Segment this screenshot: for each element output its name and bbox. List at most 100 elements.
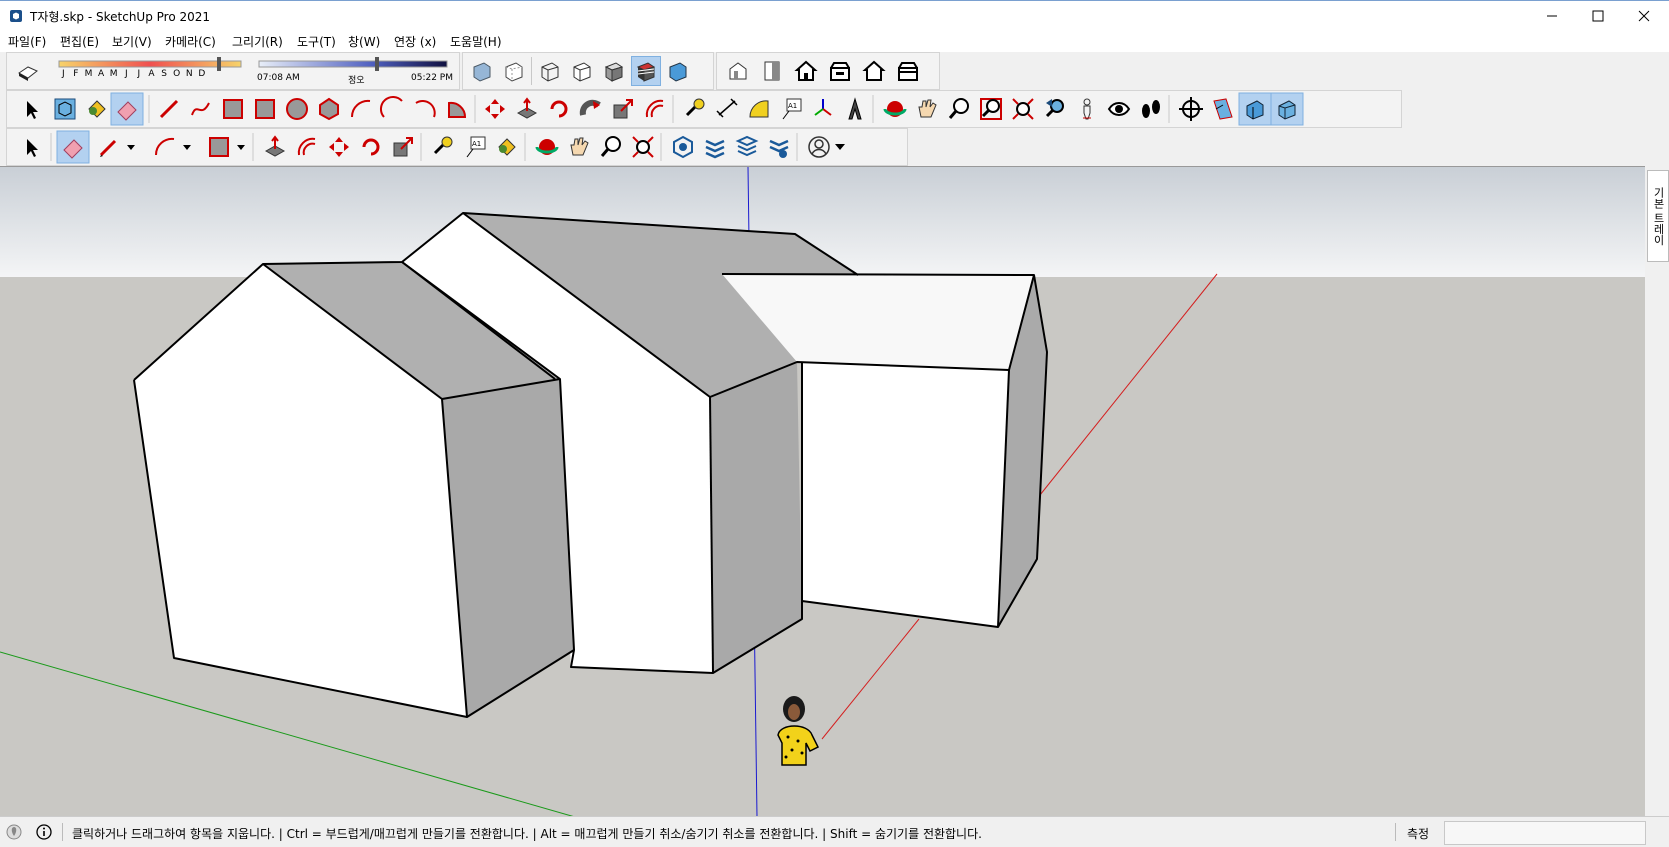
zoom-tool — [948, 98, 969, 119]
two-point-arc-tool — [379, 95, 403, 118]
views-toolbar — [716, 52, 940, 90]
left-view-icon — [898, 62, 918, 81]
menu-window[interactable]: 창(W) — [348, 33, 380, 50]
move-tool — [485, 99, 505, 119]
time-slider[interactable] — [257, 57, 451, 71]
display-section-planes-tool — [1213, 98, 1233, 120]
tray-area — [1646, 166, 1669, 816]
back-edges-icon — [505, 62, 523, 82]
toolbar-row-3: A1 — [0, 128, 1669, 166]
menu-camera[interactable]: 카메라(C) — [165, 33, 216, 50]
svg-text:A1: A1 — [472, 140, 481, 148]
3d-warehouse-tool — [673, 135, 693, 159]
text-tool: A1 — [782, 98, 802, 120]
top-view-button[interactable] — [757, 56, 787, 86]
select-tool — [27, 139, 38, 157]
shadows-toggle-button[interactable] — [13, 56, 43, 86]
arc-tool — [154, 137, 175, 156]
position-camera-tool — [1083, 98, 1091, 120]
zoom-tool — [600, 136, 621, 157]
shaded-textures-icon — [636, 62, 656, 82]
follow-me-tool — [579, 99, 601, 116]
select-tool — [27, 101, 38, 119]
rectangle-tool — [209, 137, 229, 157]
scale-tool — [613, 99, 633, 119]
menu-edit[interactable]: 편집(E) — [60, 33, 99, 50]
time-start-label: 07:08 AM — [257, 73, 300, 83]
orbit-tool — [883, 101, 907, 117]
make-component-tool — [54, 98, 76, 120]
line-tool — [159, 99, 179, 119]
monochrome-button[interactable] — [663, 56, 693, 86]
offset-tool — [297, 137, 316, 156]
model-viewport[interactable] — [0, 166, 1645, 817]
text-tool: A1 — [466, 136, 486, 158]
orbit-tool — [535, 139, 559, 155]
push-pull-tool — [264, 135, 286, 157]
push-pull-tool — [516, 97, 538, 119]
scale-tool — [393, 137, 413, 157]
tape-measure-tool — [685, 98, 705, 117]
pan-tool — [918, 99, 937, 118]
left-view-button[interactable] — [893, 56, 923, 86]
pencil-tool — [99, 139, 117, 157]
hidden-line-icon — [573, 62, 591, 82]
right-view-button[interactable] — [825, 56, 855, 86]
large-toolset-toolbar: A1 — [6, 90, 1402, 128]
toolbar-row-2: A1 — [0, 90, 1669, 128]
menu-draw[interactable]: 그리기(R) — [232, 33, 283, 50]
back-view-icon — [862, 60, 886, 81]
extension-warehouse-tool — [705, 139, 725, 159]
wireframe-button[interactable] — [535, 56, 565, 86]
back-view-button[interactable] — [859, 56, 889, 86]
styles-toolbar — [462, 52, 714, 90]
info-icon[interactable] — [36, 824, 52, 840]
shaded-button[interactable] — [599, 56, 629, 86]
menu-file[interactable]: 파일(F) — [8, 33, 46, 50]
close-icon — [1638, 10, 1650, 22]
menu-help[interactable]: 도움말(H) — [450, 33, 502, 50]
previous-view-tool — [1045, 99, 1064, 118]
getting-started-toolbar: A1 — [6, 128, 908, 166]
front-view-button[interactable] — [791, 56, 821, 86]
hidden-line-button[interactable] — [567, 56, 597, 86]
zoom-window-tool — [980, 98, 1002, 120]
shaded-textures-button[interactable] — [631, 56, 661, 86]
minimize-button[interactable] — [1529, 1, 1575, 31]
time-noon-label: 정오 — [348, 76, 365, 86]
three-point-arc-tool — [415, 100, 436, 118]
maximize-button[interactable] — [1575, 1, 1621, 31]
back-edges-button[interactable] — [499, 56, 529, 86]
menu-view[interactable]: 보기(V) — [112, 33, 152, 50]
extension-manager-tool — [769, 139, 789, 158]
iso-view-button[interactable] — [723, 56, 753, 86]
3d-text-tool — [848, 97, 862, 120]
axes-tool — [814, 99, 832, 116]
large-toolset-icons[interactable]: A1 — [7, 91, 1401, 127]
default-tray-tab[interactable]: 기본 트레이 — [1647, 170, 1669, 262]
geolocation-icon[interactable] — [6, 824, 22, 840]
getting-started-icons[interactable]: A1 — [7, 129, 907, 165]
xray-icon — [473, 62, 491, 82]
wing-front-face — [802, 362, 1009, 627]
top-view-icon — [764, 61, 780, 81]
section-plane-tool — [1179, 97, 1203, 121]
menu-tools[interactable]: 도구(T) — [297, 33, 336, 50]
sketchup-app-icon — [10, 10, 22, 22]
time-end-label: 05:22 PM — [411, 73, 453, 83]
zoom-extents-tool — [1012, 98, 1034, 120]
svg-text:A1: A1 — [788, 102, 797, 110]
shadows-toolbar: JFMAMJJASOND 07:08 AM 정오 05:22 PM — [6, 52, 460, 90]
title-bar: T자형.skp - SketchUp Pro 2021 — [0, 0, 1669, 31]
measurements-input[interactable] — [1444, 821, 1646, 845]
account-tool — [808, 136, 830, 158]
pan-tool — [570, 137, 589, 156]
menu-extensions[interactable]: 연장 (x) — [394, 33, 436, 50]
close-button[interactable] — [1621, 1, 1667, 31]
wireframe-icon — [541, 62, 559, 82]
rotate-tool — [362, 138, 380, 156]
status-bar: 클릭하거나 드래그하여 항목을 지웁니다. | Ctrl = 부드럽게/매끄럽게… — [0, 816, 1669, 847]
scene-canvas[interactable] — [0, 167, 1645, 817]
paint-bucket-tool — [88, 100, 106, 118]
xray-button[interactable] — [467, 56, 497, 86]
